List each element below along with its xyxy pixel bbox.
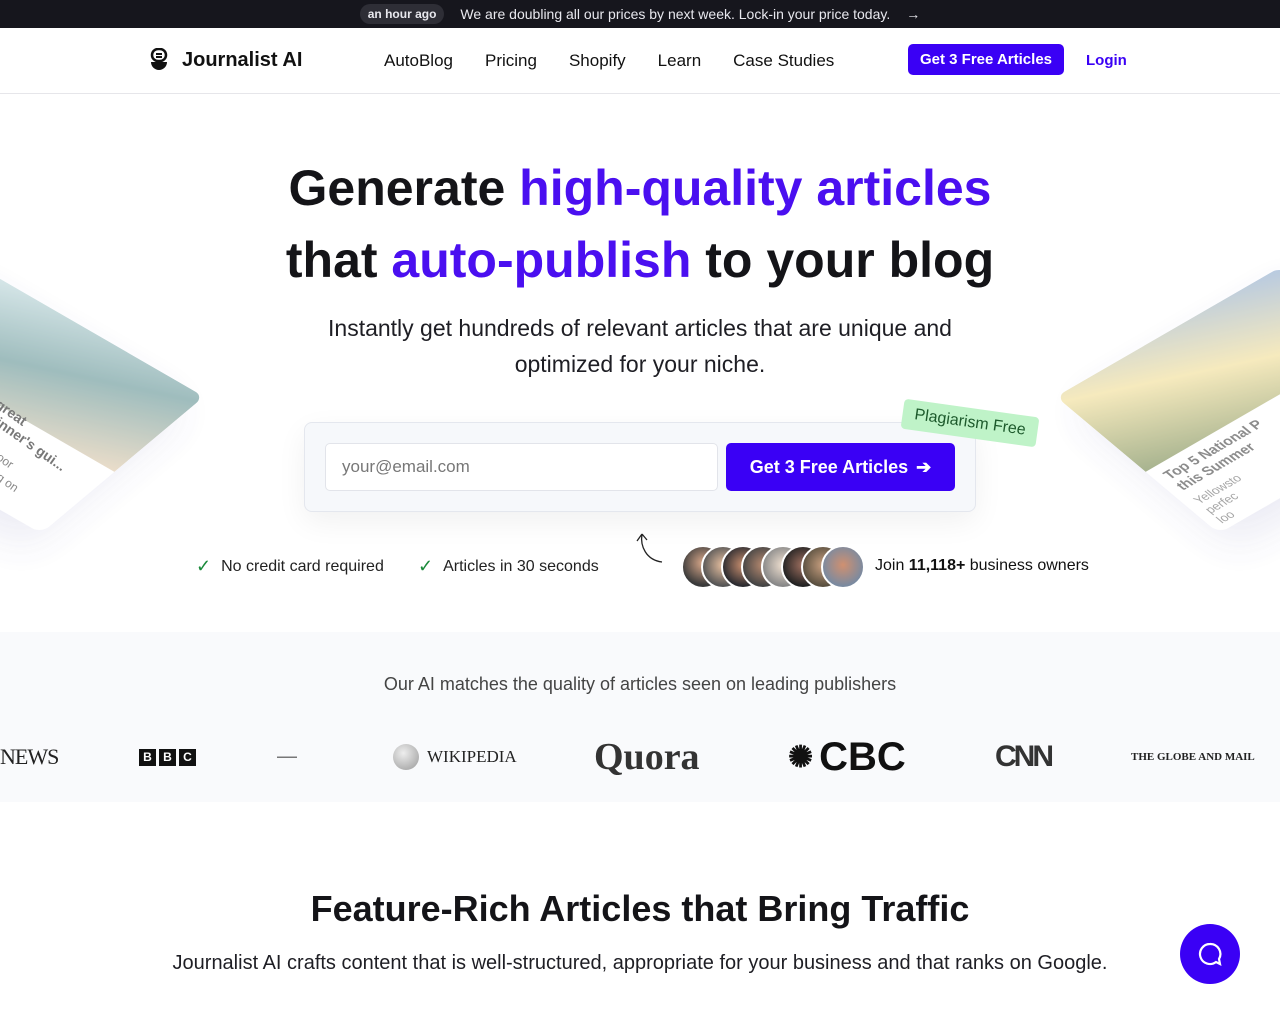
navbar: Journalist AI AutoBlog Pricing Shopify L… [0,28,1280,94]
hero-subtitle: Instantly get hundreds of relevant artic… [328,315,952,377]
features-subtitle: Journalist AI crafts content that is wel… [172,952,1108,974]
cta-label: Get 3 Free Articles [749,456,909,477]
logo-cnn: CNN [995,740,1054,773]
signup-form: Get 3 Free Articles ➔ [304,422,976,512]
logo-small-publisher: ▬▬▬▬ [277,754,297,760]
customer-avatars [681,545,871,589]
publishers-title: Our AI matches the quality of articles s… [383,674,897,694]
bbc-block: B [159,748,176,766]
announcement-text: We are doubling all our prices by next w… [460,6,891,22]
email-input[interactable] [325,443,718,491]
logo-globe-and-mail: THE GLOBE AND MAIL [1131,751,1255,763]
article-card-left [0,266,205,534]
perk-label: No credit card required [221,557,384,575]
perk-label: Articles in 30 seconds [443,557,599,575]
login-link[interactable]: Login [1086,52,1127,69]
perk-30-seconds: ✓ Articles in 30 seconds [418,556,599,577]
get-free-articles-button[interactable]: Get 3 Free Articles ➔ [726,443,955,491]
chat-button[interactable] [1180,924,1240,984]
logo-cbc: ✺ CBC [788,734,906,779]
brand-logo[interactable]: Journalist AI [150,47,303,74]
check-icon: ✓ [418,556,434,576]
announcement-bar[interactable]: an hour ago We are doubling all our pric… [0,0,1280,28]
time-badge: an hour ago [359,4,445,24]
nav-shopify[interactable]: Shopify [569,51,626,71]
arrow-right-icon: → [906,6,921,22]
join-count-text: Join 11,118+ business owners [875,557,1089,574]
cbc-gem-icon: ✺ [788,740,814,774]
curved-arrow-icon [636,533,663,563]
nav-case-studies[interactable]: Case Studies [733,51,834,71]
check-icon: ✓ [196,556,212,576]
article-card-right: Top 5 National Pthis Summer Yellowsto per… [1055,266,1280,534]
logo-wikipedia: WIKIPEDIA [393,732,517,782]
bbc-block: C [179,748,196,766]
chat-bubble-icon [1198,942,1222,966]
hero-title: Generate high-quality articles that auto-… [285,160,995,288]
brand-name: Journalist AI [182,49,303,71]
nav-autoblog[interactable]: AutoBlog [384,51,453,71]
logo-bbc: BBC [139,732,196,782]
features-title: Feature-Rich Articles that Bring Traffic [310,888,970,929]
nav-pricing[interactable]: Pricing [485,51,537,71]
perk-no-credit-card: ✓ No credit card required [196,556,384,577]
journalist-logo-icon [150,47,168,70]
logo-news: NEWS [0,744,59,769]
wikipedia-globe-icon [393,744,419,770]
nav-get-free-articles-button[interactable]: Get 3 Free Articles [908,44,1065,75]
logo-quora: Quora [594,736,700,778]
avatar [821,545,865,589]
nav-learn[interactable]: Learn [658,51,701,71]
arrow-right-icon: ➔ [916,456,932,477]
bbc-block: B [139,748,156,766]
publishers-section: Our AI matches the quality of articles s… [0,632,1280,802]
